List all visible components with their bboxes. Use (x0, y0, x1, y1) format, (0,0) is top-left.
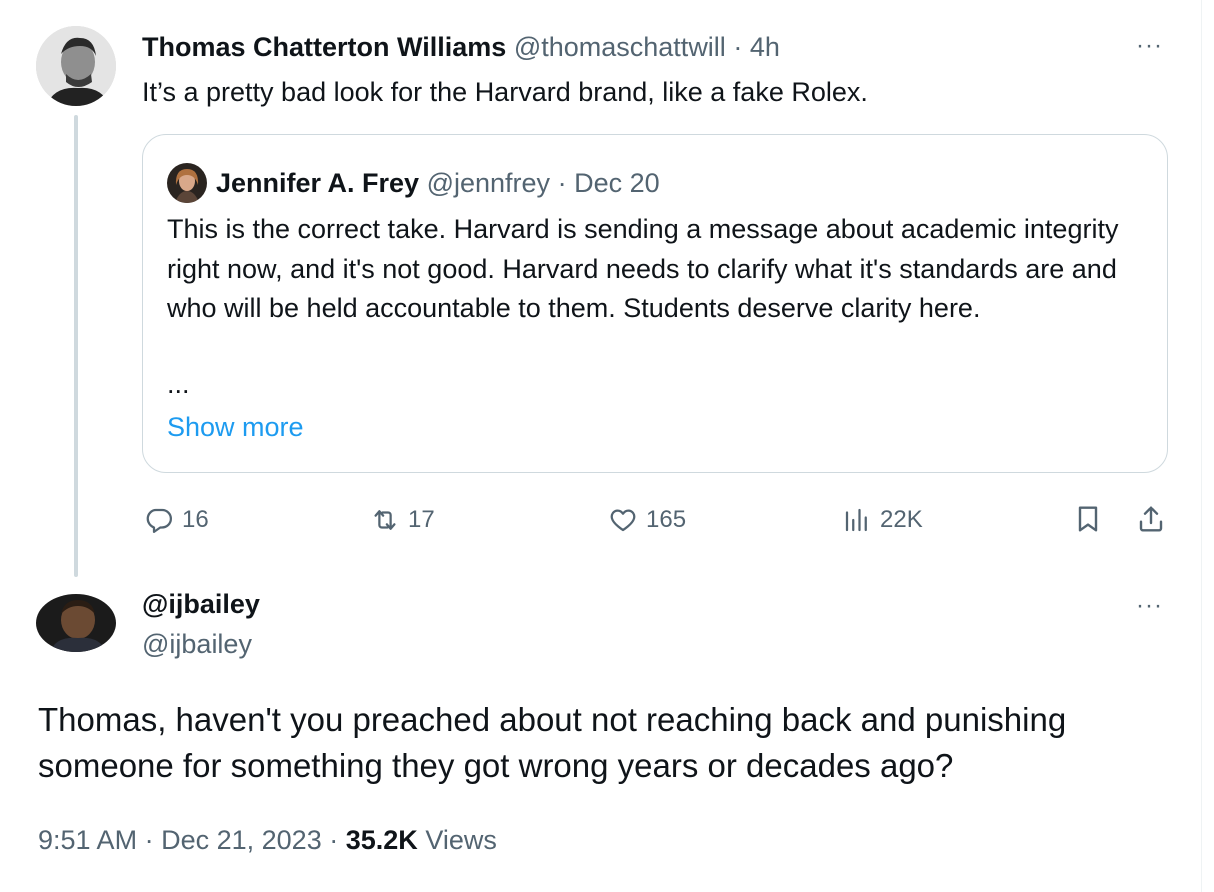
tweet2-meta: 9:51 AM · Dec 21, 2023 · 35.2K Views (38, 822, 497, 858)
repost-count: 17 (408, 506, 435, 533)
quote-date[interactable]: Dec 20 (574, 166, 660, 200)
heart-icon (610, 509, 636, 532)
quote-separator: · (557, 168, 567, 198)
thomas-avatar[interactable] (36, 26, 116, 106)
tweet2-more-button[interactable]: ··· (1136, 594, 1163, 618)
quote-header: Jennifer A. Frey @jennfrey · Dec 20 (167, 163, 660, 203)
repost-button[interactable]: 17 (370, 502, 435, 538)
analytics-icon (845, 508, 867, 532)
tweet1-author-name[interactable]: Thomas Chatterton Williams (142, 32, 506, 62)
quote-text: This is the correct take. Harvard is sen… (167, 214, 1119, 323)
quoted-tweet-card[interactable]: Jennifer A. Frey @jennfrey · Dec 20 This… (142, 134, 1168, 473)
tweet1-author-handle[interactable]: @thomaschattwill (514, 32, 726, 62)
bookmark-icon[interactable] (1072, 503, 1104, 535)
tweet2-text: Thomas, haven't you preached about not r… (38, 701, 1067, 784)
views-count: 22K (880, 506, 923, 533)
conversation-panel: Thomas Chatterton Williams @thomaschattw… (0, 0, 1202, 892)
like-button[interactable]: 165 (608, 502, 686, 538)
tweet2-author-handle[interactable]: @ijbailey (142, 627, 252, 661)
jennifer-avatar (167, 163, 207, 203)
tweet1-header: Thomas Chatterton Williams @thomaschattw… (142, 30, 780, 64)
thread-connector-line (74, 115, 78, 577)
tweet1-more-button[interactable]: ··· (1136, 34, 1163, 58)
like-count: 165 (646, 506, 687, 533)
reply-button[interactable]: 16 (144, 502, 209, 538)
meta-separator-2: · (329, 825, 339, 855)
reply-count: 16 (182, 506, 209, 533)
tweet1-text: It’s a pretty bad look for the Harvard b… (142, 77, 868, 107)
tweet2-time[interactable]: 9:51 AM (38, 825, 137, 855)
show-more-link[interactable]: Show more (167, 410, 304, 444)
meta-separator-1: · (144, 825, 154, 855)
share-icon[interactable] (1135, 503, 1167, 535)
ijbailey-avatar[interactable] (36, 594, 116, 652)
repost-icon (374, 510, 396, 530)
tweet1-time[interactable]: 4h (750, 32, 780, 62)
tweet2-date[interactable]: Dec 21, 2023 (161, 825, 322, 855)
tweet1-separator: · (733, 32, 743, 62)
quote-author-handle[interactable]: @jennfrey (427, 166, 550, 200)
tweet2-author-name[interactable]: @ijbailey (142, 587, 260, 621)
quote-author-name[interactable]: Jennifer A. Frey (216, 166, 419, 200)
views-button[interactable]: 22K (842, 502, 923, 538)
reply-icon (146, 508, 172, 533)
quote-ellipsis: ... (167, 369, 190, 399)
tweet2-views-count: 35.2K (345, 825, 418, 855)
tweet2-views-label: Views (425, 825, 497, 855)
